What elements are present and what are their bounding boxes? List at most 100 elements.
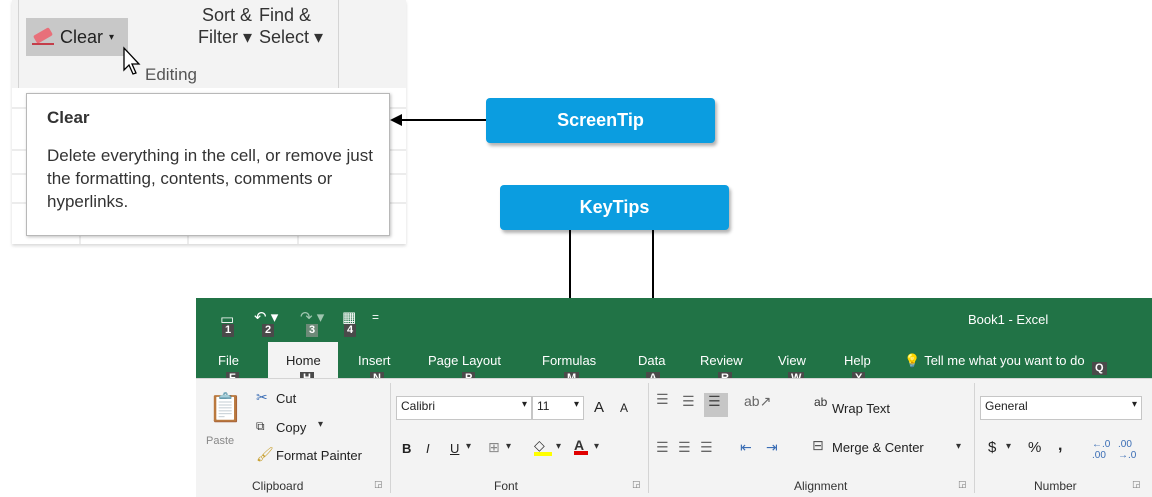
align-left-icon[interactable]: ☰ (656, 439, 669, 456)
dialog-launcher-icon[interactable]: ◲ (374, 479, 383, 490)
window-title: Book1 - Excel (968, 312, 1049, 327)
merge-center-button[interactable]: Merge & Center (832, 440, 924, 455)
format-painter-button[interactable]: Format Painter (276, 448, 362, 463)
tab-view[interactable]: View (778, 353, 806, 368)
tab-home[interactable]: Home (286, 353, 321, 368)
chevron-down-icon[interactable]: ▾ (556, 441, 561, 452)
chevron-down-icon[interactable]: ▾ (506, 441, 511, 452)
copy-icon[interactable]: ⧉ (256, 419, 265, 434)
screentip-callout: ScreenTip (486, 98, 715, 143)
screentip-title: Clear (47, 108, 90, 127)
paste-label: Paste (206, 435, 235, 447)
customize-qat-icon[interactable]: = (372, 310, 379, 324)
borders-icon[interactable]: ⊞ (488, 439, 500, 456)
screentip-description: Delete everything in the cell, or remove… (47, 146, 373, 211)
brush-icon[interactable]: 🖌 (256, 446, 274, 463)
dialog-launcher-icon[interactable]: ◲ (632, 479, 641, 490)
keytip-badge: 4 (344, 324, 357, 337)
dialog-launcher-icon[interactable]: ◲ (958, 479, 967, 490)
chevron-down-icon[interactable]: ▾ (594, 441, 599, 452)
comma-button[interactable]: , (1058, 437, 1062, 455)
increase-indent-icon[interactable]: ⇥ (766, 439, 778, 456)
keytip-badge: 2 (262, 324, 275, 337)
separator (974, 383, 975, 493)
chevron-down-icon[interactable]: ▾ (1006, 441, 1011, 452)
editing-group-label: Editing (145, 65, 197, 84)
tell-me-text: Tell me what you want to do (924, 353, 1085, 368)
font-color-icon[interactable]: A (574, 437, 588, 455)
chevron-down-icon[interactable]: ▾ (466, 441, 471, 452)
alignment-group-label: Alignment (794, 479, 848, 493)
font-size-select[interactable]: 11 ▾ (532, 396, 584, 420)
italic-button[interactable]: I (426, 441, 430, 456)
clipboard-group-label: Clipboard (252, 479, 304, 493)
font-group-label: Font (494, 479, 519, 493)
clear-label: Clear (60, 26, 104, 47)
align-right-icon[interactable]: ☰ (700, 439, 713, 456)
clear-button[interactable]: Clear ▾ (26, 18, 128, 56)
separator (390, 383, 391, 493)
tab-formulas[interactable]: Formulas (542, 353, 596, 368)
separator (338, 0, 339, 88)
fill-color-icon[interactable]: ◇ (534, 437, 552, 456)
wrap-text-icon[interactable]: ab (814, 395, 827, 409)
copy-button[interactable]: Copy (276, 420, 306, 435)
mouse-cursor-icon (123, 46, 141, 75)
currency-button[interactable]: $ (988, 439, 996, 456)
find-select-line2: Select ▾ (259, 27, 324, 47)
decrease-indent-icon[interactable]: ⇤ (740, 439, 752, 456)
font-size-value: 11 (537, 399, 550, 413)
separator (18, 0, 19, 88)
eraser-icon (32, 29, 54, 45)
find-select-button[interactable]: Find & Select ▾ (259, 4, 331, 48)
tab-file[interactable]: File (218, 353, 239, 368)
lightbulb-icon: 💡 (904, 353, 921, 368)
chevron-down-icon: ▾ (109, 31, 115, 43)
align-middle-icon[interactable]: ☰ (682, 393, 695, 410)
number-group-label: Number (1034, 479, 1077, 493)
number-format-value: General (985, 399, 1028, 413)
keytip-badge: 1 (222, 324, 235, 337)
bold-button[interactable]: B (402, 441, 411, 456)
tab-data[interactable]: Data (638, 353, 665, 368)
separator (648, 383, 649, 493)
font-name-value: Calibri (401, 399, 436, 413)
paste-icon[interactable]: 📋 (208, 391, 243, 424)
decrease-decimal-icon[interactable]: .00 →.0 (1118, 439, 1136, 461)
tab-insert[interactable]: Insert (358, 353, 391, 368)
cut-button[interactable]: Cut (276, 391, 296, 406)
align-center-icon[interactable]: ☰ (678, 439, 691, 456)
number-format-select[interactable]: General ▾ (980, 396, 1142, 420)
keytips-callout: KeyTips (500, 185, 729, 230)
sort-filter-line2: Filter ▾ (197, 27, 252, 47)
arrowhead-left-icon (390, 114, 402, 126)
font-name-select[interactable]: Calibri ▾ (396, 396, 532, 420)
keytip-badge: Q (1092, 362, 1107, 375)
wrap-text-button[interactable]: Wrap Text (832, 401, 890, 416)
excel-title-bar: ▭ 1 ↶ ▾ 2 ↷ ▾ 3 ▦ 4 = Book1 - Excel File… (196, 298, 1152, 385)
home-ribbon: 📋 Paste ✂ Cut ⧉ Copy ▾ 🖌 Format Painter … (196, 378, 1152, 497)
merge-center-icon[interactable]: ⊟ (812, 437, 824, 454)
sort-filter-button[interactable]: Sort & Filter ▾ (188, 4, 252, 48)
tab-help[interactable]: Help (844, 353, 871, 368)
tell-me-box[interactable]: 💡 Tell me what you want to do (904, 353, 1085, 369)
find-select-line1: Find & (259, 5, 312, 25)
percent-button[interactable]: % (1028, 439, 1041, 456)
grow-font-button[interactable]: A (594, 399, 604, 416)
dialog-launcher-icon[interactable]: ◲ (1132, 479, 1141, 490)
align-top-icon[interactable]: ☰ (656, 391, 669, 408)
increase-decimal-icon[interactable]: ←.0.00 (1092, 439, 1110, 461)
orientation-icon[interactable]: ab↗ (744, 393, 771, 410)
screentip-arrow-line (397, 119, 486, 121)
scissors-icon[interactable]: ✂ (256, 389, 268, 406)
tab-review[interactable]: Review (700, 353, 743, 368)
tab-page-layout[interactable]: Page Layout (428, 353, 501, 368)
chevron-down-icon[interactable]: ▾ (956, 441, 961, 452)
align-bottom-icon[interactable]: ☰ (704, 393, 728, 417)
underline-button[interactable]: U (450, 441, 459, 456)
chevron-down-icon[interactable]: ▾ (318, 419, 323, 430)
sort-filter-line1: Sort & (201, 5, 252, 25)
keytip-badge: 3 (306, 324, 319, 337)
shrink-font-button[interactable]: A (620, 401, 628, 415)
screentip-popup: Clear Delete everything in the cell, or … (26, 93, 390, 236)
